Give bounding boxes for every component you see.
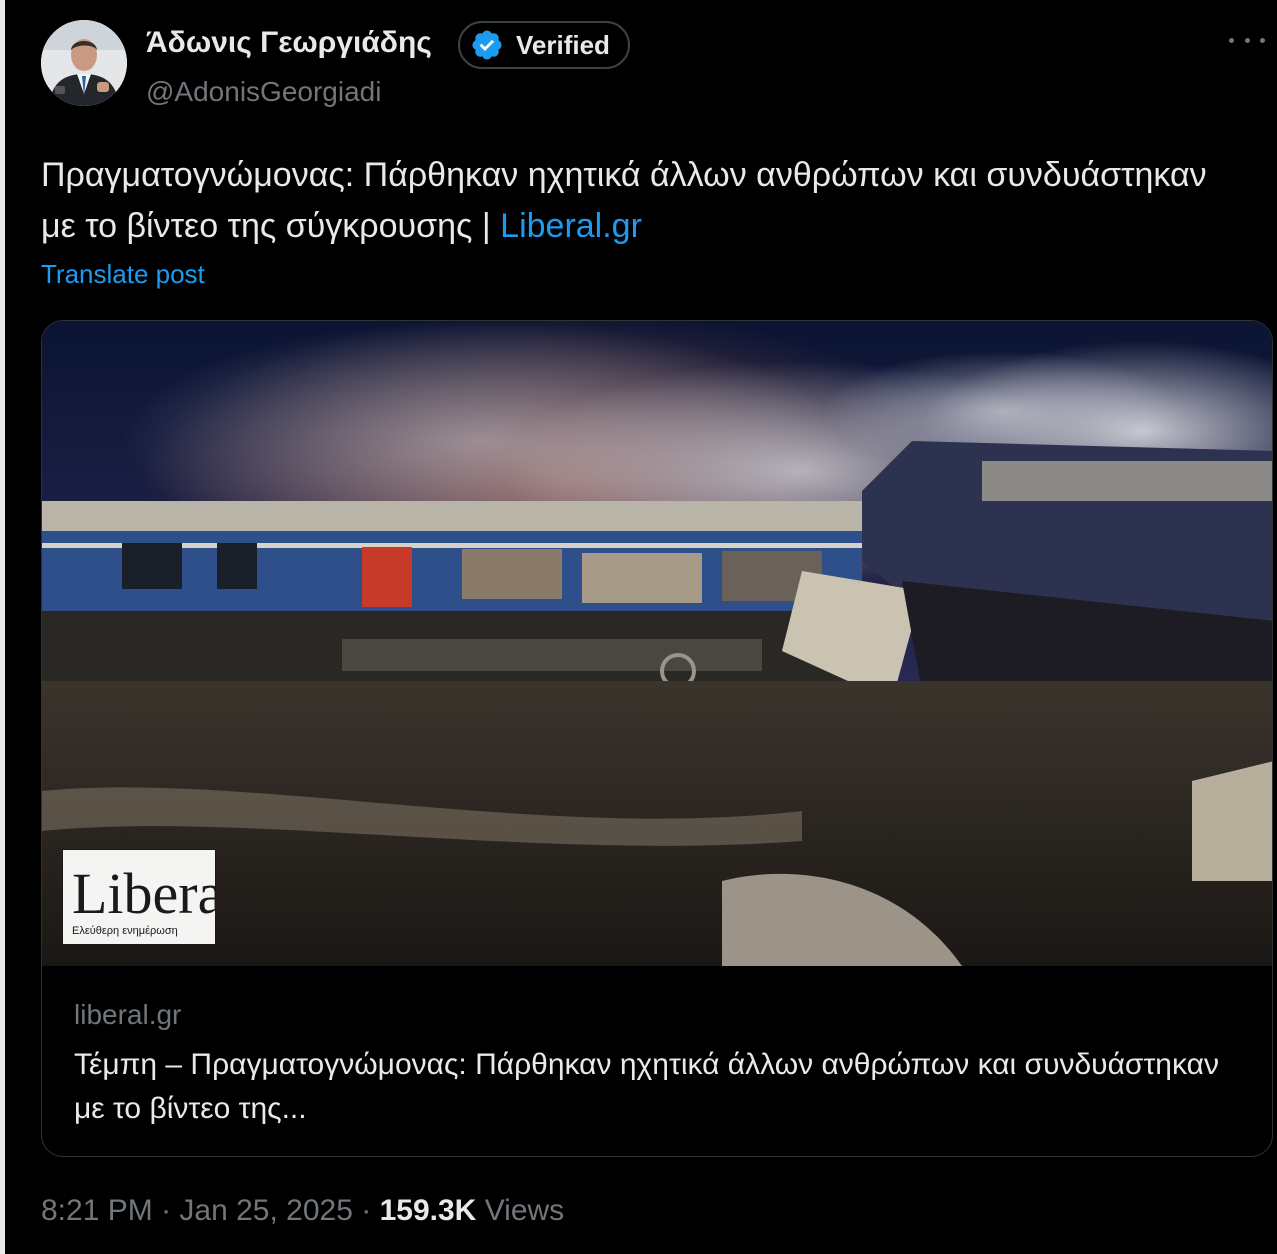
card-title: Τέμπη – Πραγματογνώμονας: Πάρθηκαν ηχητι… (74, 1048, 1219, 1125)
author-display-name[interactable]: Άδωνις Γεωργιάδης (146, 26, 432, 60)
more-dot (1229, 37, 1234, 43)
views-label: Views (484, 1194, 565, 1227)
post-time[interactable]: 8:21 PM (41, 1194, 153, 1227)
verified-badge-icon (472, 30, 502, 60)
avatar-photo (41, 20, 127, 106)
translate-post-link[interactable]: Translate post (41, 259, 205, 290)
post-meta: 8:21 PM · Jan 25, 2025 · 159.3K Views (41, 1194, 564, 1228)
more-dot (1260, 37, 1265, 43)
meta-separator: · (361, 1194, 372, 1227)
card-image[interactable] (42, 321, 1273, 966)
liberal-logo: Liberal Ελεύθερη ενημέρωση (61, 848, 239, 950)
author-handle[interactable]: @AdonisGeorgiadi (146, 76, 381, 108)
post-link[interactable]: Liberal.gr (500, 207, 642, 245)
more-icon[interactable] (1229, 28, 1265, 52)
tweet: Άδωνις Γεωργιάδης Verified @AdonisGeorgi… (5, 0, 1277, 1254)
views-count[interactable]: 159.3K (380, 1194, 477, 1227)
avatar[interactable] (41, 20, 127, 106)
verified-badge-button[interactable]: Verified (458, 21, 630, 69)
post-date[interactable]: Jan 25, 2025 (179, 1194, 352, 1227)
meta-separator: · (161, 1194, 172, 1227)
link-card[interactable]: Liberal Ελεύθερη ενημέρωση liberal.gr Τέ… (41, 320, 1273, 1157)
svg-text:Ελεύθερη ενημέρωση: Ελεύθερη ενημέρωση (72, 925, 178, 937)
svg-text:Liberal: Liberal (72, 861, 216, 926)
card-domain: liberal.gr (74, 999, 182, 1030)
post-text: Πραγματογνώμονας: Πάρθηκαν ηχητικά άλλων… (41, 150, 1241, 252)
more-dot (1244, 37, 1250, 43)
verified-label: Verified (516, 29, 610, 60)
